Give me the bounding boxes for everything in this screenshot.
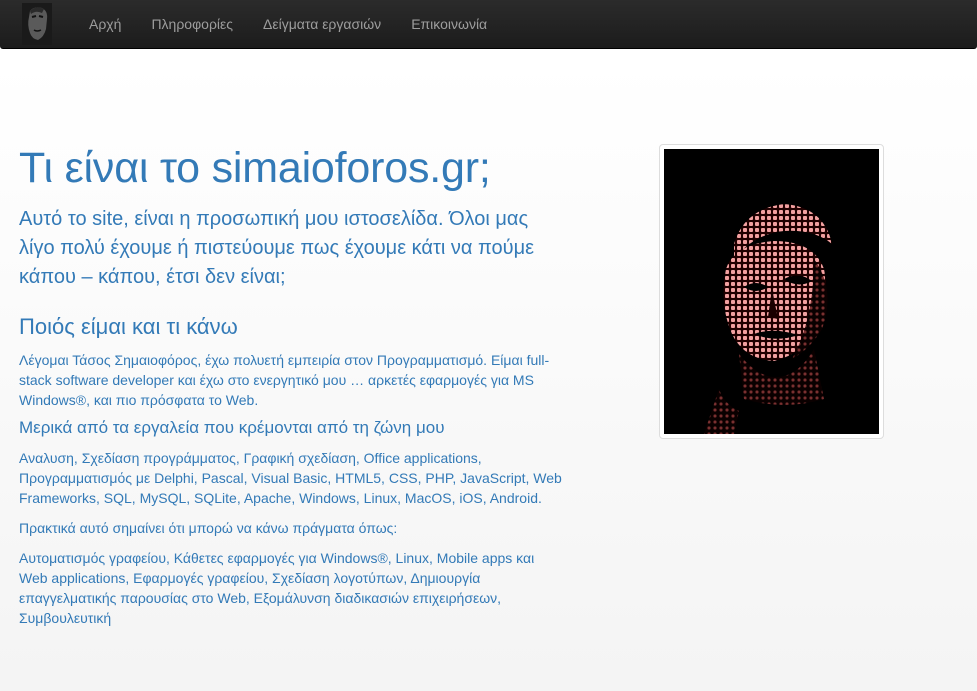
top-navbar: Αρχή Πληροφορίες Δείγματα εργασιών Επικο… xyxy=(0,0,977,49)
practical-intro: Πρακτικά αυτό σημαίνει ότι μπορώ να κάνω… xyxy=(19,520,398,536)
tools-text: Αναλυση, Σχεδίαση προγράμματος, Γραφική … xyxy=(19,450,562,506)
practical-list: Αυτοματισμός γραφείου, Κάθετες εφαρμογές… xyxy=(19,550,535,626)
portrait-image xyxy=(664,149,879,434)
about-heading: Ποιός είμαι και τι κάνω xyxy=(19,314,238,339)
nav-item-info[interactable]: Πληροφορίες xyxy=(136,0,248,48)
portrait-frame xyxy=(659,144,884,439)
page-title: Τι είναι το simaioforos.gr; xyxy=(19,144,491,192)
logo-portrait-svg xyxy=(22,3,52,45)
nav-item-contact[interactable]: Επικοινωνία xyxy=(396,0,502,48)
lead-text: Αυτό το site, είναι η προσωπική μου ιστο… xyxy=(19,208,535,288)
nav-links: Αρχή Πληροφορίες Δείγματα εργασιών Επικο… xyxy=(74,0,502,48)
tools-heading: Μερικά από τα εργαλεία που κρέμονται από… xyxy=(19,418,445,437)
logo-portrait-icon[interactable] xyxy=(22,3,52,45)
nav-item-portfolio[interactable]: Δείγματα εργασιών xyxy=(248,0,396,48)
main-content: Τι είναι το simaioforos.gr; Αυτό το site… xyxy=(19,138,564,628)
nav-item-home[interactable]: Αρχή xyxy=(74,0,136,48)
about-text: Λέγομαι Τάσος Σημαιοφόρος, έχω πολυετή ε… xyxy=(19,352,550,408)
